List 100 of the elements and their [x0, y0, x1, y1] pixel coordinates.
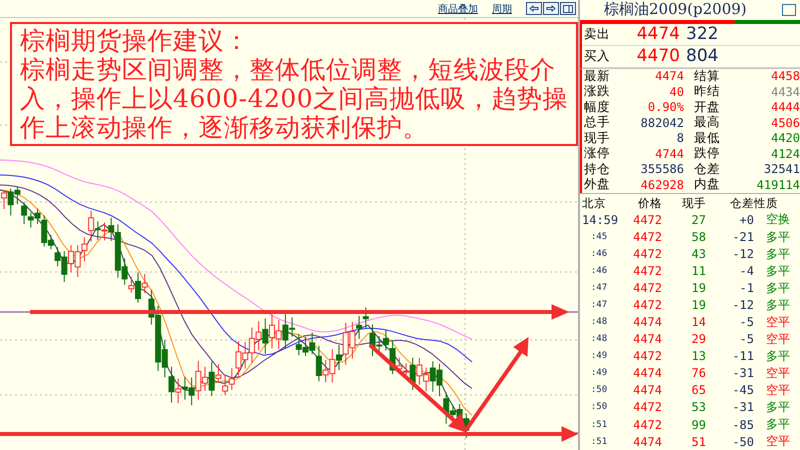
change-cell-text: -5	[738, 332, 754, 346]
change-cell-text: -5	[738, 315, 754, 330]
column-header: 北京	[582, 196, 607, 211]
stat-value: 40	[668, 84, 684, 99]
right-arrow-icon	[546, 5, 556, 12]
volume-cell-text: 99	[690, 418, 706, 432]
price-cell-text: 4472	[632, 298, 662, 312]
stat-value: 32541	[762, 162, 800, 176]
type-cell-text: 空平	[765, 382, 790, 399]
price-cell-text: 4472	[632, 349, 662, 364]
stat-label: 现手	[584, 130, 611, 146]
order-price: 4470	[636, 46, 681, 66]
volume-cell-text: 19	[690, 281, 706, 296]
stat-value: 4420	[770, 131, 800, 146]
stat-label: 涨跌	[584, 83, 611, 100]
volume-cell-text: 11	[690, 264, 706, 278]
change-cell-text: -31	[731, 366, 754, 380]
stat-label: 幅度	[584, 98, 611, 116]
volume-cell-text: 43	[690, 247, 706, 262]
type-cell-text: 多平	[765, 296, 790, 314]
toolbar-link[interactable]: 周期	[492, 2, 512, 16]
layout-button[interactable]	[560, 2, 576, 15]
change-cell-text: -21	[731, 230, 754, 244]
volume-cell-text: 19	[690, 298, 706, 312]
column-header: 仓差	[729, 196, 754, 211]
back-button[interactable]	[526, 2, 542, 15]
column-header: 现手	[681, 196, 706, 211]
type-cell-text: 多平	[765, 398, 790, 416]
volume-cell-text: 29	[690, 332, 706, 346]
stat-label: 最高	[693, 114, 721, 132]
split-panel-icon	[563, 4, 573, 12]
time-cell-text: :46	[590, 266, 608, 276]
stat-label: 昨结	[693, 83, 721, 100]
change-cell-text: -85	[731, 418, 754, 432]
time-cell-text: :46	[590, 249, 608, 260]
stat-label: 跌停	[693, 145, 721, 162]
order-label: 卖出	[584, 26, 611, 43]
stat-label: 结算	[693, 68, 721, 84]
stat-label: 仓差	[693, 160, 721, 178]
price-cell-text: 4474	[632, 332, 662, 346]
type-cell-text: 空平	[765, 433, 790, 450]
volume-cell-text: 27	[690, 212, 706, 227]
stat-label: 内盘	[693, 176, 721, 194]
type-cell-text: 多平	[765, 246, 790, 263]
stat-value: 4124	[770, 146, 800, 161]
time-cell-text: :51	[590, 436, 608, 447]
type-cell-text: 空平	[765, 330, 790, 348]
change-cell-text: -1	[738, 281, 754, 296]
price-cell-text: 4472	[632, 281, 662, 296]
price-cell-text: 4472	[632, 212, 662, 227]
change-cell-text: +0	[738, 212, 754, 227]
price-cell-text: 4472	[632, 418, 662, 432]
contract-title: 棕榈油2009(p2009)	[604, 0, 747, 20]
type-cell-text: 空平	[765, 314, 790, 331]
time-cell-text: :47	[590, 300, 608, 310]
window-icon[interactable]	[782, 4, 796, 16]
time-cell: 14:59	[582, 212, 616, 227]
column-header: 价格	[637, 196, 662, 211]
column-header: 性质	[754, 196, 779, 211]
stat-label: 最新	[584, 68, 611, 84]
change-cell-text: -50	[731, 434, 754, 449]
stat-label: 开盘	[693, 98, 721, 116]
price-cell-text: 4474	[632, 434, 662, 449]
stat-value: 4506	[770, 116, 800, 130]
type-cell-text: 多平	[765, 280, 790, 297]
stat-value: 4474	[654, 69, 684, 84]
change-cell-text: -12	[731, 298, 754, 312]
stat-value: 0.90%	[646, 100, 684, 114]
left-arrow-icon	[529, 5, 539, 12]
stat-label: 外盘	[584, 176, 611, 194]
volume-cell-text: 53	[690, 400, 706, 414]
stat-value: 4444	[770, 100, 800, 114]
volume-cell-text: 14	[690, 315, 706, 330]
volume-cell-text: 65	[690, 383, 706, 398]
type-cell-text: 空平	[765, 364, 790, 382]
volume-cell-text: 58	[690, 230, 706, 244]
order-label: 买入	[584, 48, 611, 65]
stat-label: 持仓	[584, 160, 611, 178]
price-cell-text: 4472	[632, 264, 662, 278]
stat-value: 355586	[640, 162, 684, 176]
type-cell-text: 多平	[765, 262, 790, 280]
time-cell-text: :47	[590, 283, 608, 294]
price-cell-text: 4472	[632, 400, 662, 414]
time-cell-text: :49	[590, 351, 608, 362]
forward-button[interactable]	[543, 2, 559, 15]
stat-label: 总手	[584, 114, 611, 132]
toolbar-link[interactable]: 商品叠加	[438, 2, 478, 16]
stat-label: 涨停	[584, 145, 611, 162]
order-volume: 322	[686, 24, 720, 44]
time-cell-text: :49	[590, 368, 608, 378]
time-cell-text: :48	[590, 317, 608, 328]
price-cell-text: 4474	[632, 383, 662, 398]
time-cell-text: :50	[590, 402, 608, 412]
volume-cell-text: 76	[690, 366, 706, 380]
price-cell-text: 4472	[632, 230, 662, 244]
price-cell-text: 4474	[632, 315, 662, 330]
time-cell-text: :45	[590, 232, 608, 242]
stat-value: 462928	[640, 178, 684, 192]
stat-value: 419114	[756, 178, 800, 192]
advice-text: 棕榈走势区间调整，整体低位调整，短线波段介入，操作上以4600-4200之间高抛低吸，趋势操作上滚动操作，逐渐移动获利保护。	[20, 55, 570, 142]
